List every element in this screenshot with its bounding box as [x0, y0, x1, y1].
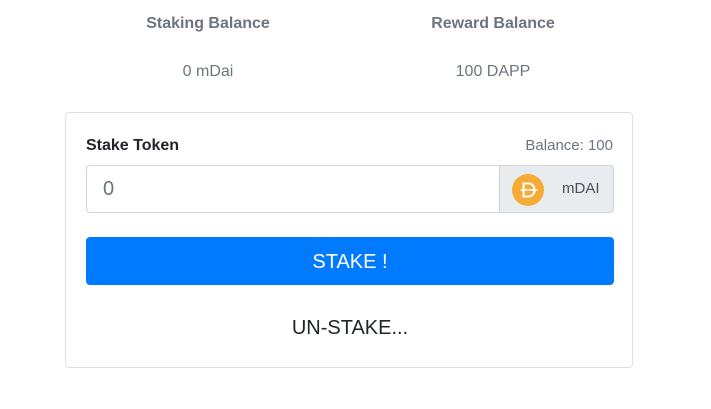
- staking-balance-title: Staking Balance: [146, 15, 270, 32]
- stake-form-card: Stake Token Balance: 100 mDAI STAKE ! UN…: [65, 112, 633, 368]
- token-addon: mDAI: [499, 165, 614, 213]
- amount-input-group: mDAI: [86, 165, 614, 213]
- staking-balance-value: 0 mDai: [182, 63, 234, 80]
- unstake-button[interactable]: UN-STAKE...: [86, 303, 614, 351]
- balances-header: Staking Balance 0 mDai Reward Balance 10…: [0, 0, 711, 100]
- token-symbol: mDAI: [562, 180, 600, 197]
- dai-coin-icon: [512, 174, 544, 206]
- stake-amount-input[interactable]: [86, 165, 500, 213]
- stake-button[interactable]: STAKE !: [86, 237, 614, 285]
- reward-balance-value: 100 DAPP: [455, 63, 531, 80]
- reward-balance-title: Reward Balance: [431, 15, 555, 32]
- stake-token-label: Stake Token: [86, 137, 180, 154]
- wallet-balance-label: Balance: 100: [525, 137, 613, 154]
